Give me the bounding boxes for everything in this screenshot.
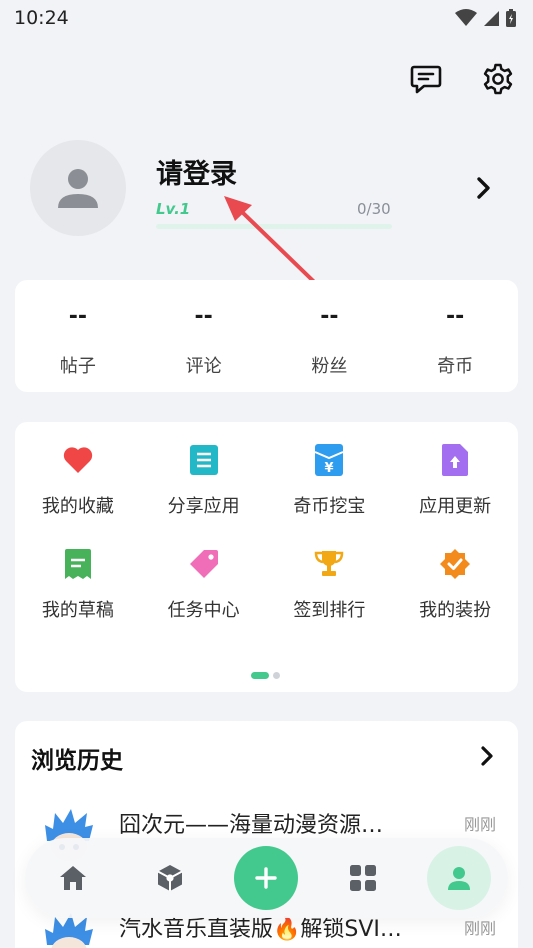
stat-followers[interactable]: -- 粉丝	[267, 280, 393, 392]
stat-posts[interactable]: -- 帖子	[15, 280, 141, 392]
page-dot[interactable]	[273, 672, 280, 679]
shortcut-checkin-rank[interactable]: 签到排行	[267, 546, 393, 622]
stat-coins[interactable]: -- 奇币	[392, 280, 518, 392]
battery-icon	[506, 9, 516, 27]
message-icon	[410, 65, 442, 94]
bottom-nav	[25, 838, 508, 918]
shortcut-label: 应用更新	[419, 496, 492, 517]
chevron-right-icon[interactable]	[476, 176, 492, 200]
trophy-icon	[315, 551, 344, 576]
history-item-name: 囧次元——海量动漫资源…	[119, 813, 384, 838]
shortcut-label: 我的装扮	[419, 600, 492, 621]
svg-text:¥: ¥	[325, 461, 334, 476]
home-icon	[60, 866, 86, 890]
shortcut-label: 奇币挖宝	[293, 496, 366, 517]
stat-label: 评论	[185, 356, 222, 377]
status-bar: 10:24	[0, 0, 533, 36]
shortcut-label: 我的草稿	[41, 600, 114, 621]
avatar[interactable]	[30, 140, 126, 236]
shortcut-label: 任务中心	[167, 600, 240, 621]
nav-home[interactable]	[45, 850, 101, 906]
stat-value: --	[445, 304, 465, 329]
level-label: Lv.1	[156, 200, 191, 218]
stat-label: 奇币	[437, 356, 474, 377]
stat-value: --	[68, 304, 87, 329]
shortcut-dress-up[interactable]: 我的装扮	[392, 546, 518, 622]
shortcut-drafts[interactable]: 我的草稿	[15, 546, 141, 622]
chevron-right-icon[interactable]	[480, 745, 494, 767]
history-title: 浏览历史	[31, 748, 123, 774]
shortcut-label: 签到排行	[293, 600, 366, 621]
history-item-time: 刚刚	[463, 919, 496, 938]
stat-value: --	[194, 304, 213, 329]
heart-icon	[63, 447, 93, 473]
shortcut-label: 分享应用	[167, 496, 240, 517]
badge-check-icon	[440, 549, 471, 579]
nav-me[interactable]	[427, 846, 491, 910]
level-progress-bar	[156, 224, 392, 229]
shortcut-favorites[interactable]: 我的收藏	[15, 442, 141, 518]
signal-icon	[484, 11, 499, 26]
status-time: 10:24	[14, 7, 69, 29]
page-indicator	[251, 672, 280, 679]
document-icon	[189, 445, 218, 475]
shortcut-label: 我的收藏	[41, 496, 114, 517]
shortcut-app-update[interactable]: 应用更新	[392, 442, 518, 518]
history-item-time: 刚刚	[463, 815, 496, 834]
upload-file-icon	[442, 444, 469, 476]
shortcut-share-app[interactable]: 分享应用	[141, 442, 267, 518]
nav-categories[interactable]	[335, 850, 391, 906]
gear-icon	[483, 63, 513, 95]
page-dot-active	[251, 672, 269, 679]
stat-label: 帖子	[59, 356, 96, 377]
wifi-icon	[455, 9, 477, 26]
stat-label: 粉丝	[311, 356, 348, 377]
stats-card: -- 帖子 -- 评论 -- 粉丝 -- 奇币	[15, 280, 518, 392]
nav-create-button[interactable]	[234, 846, 298, 910]
level-progress-text: 0/30	[357, 200, 391, 218]
yen-box-icon: ¥	[314, 444, 344, 476]
plus-icon	[255, 867, 277, 889]
shortcut-coin-treasure[interactable]: ¥ 奇币挖宝	[267, 442, 393, 518]
status-icons	[455, 8, 517, 28]
settings-button[interactable]	[481, 62, 515, 96]
messages-button[interactable]	[409, 62, 443, 96]
nav-discover[interactable]	[142, 850, 198, 906]
profile-header[interactable]: 请登录 Lv.1 0/30	[30, 140, 510, 240]
grid-icon	[350, 865, 376, 891]
shortcut-task-center[interactable]: 任务中心	[141, 546, 267, 622]
shortcuts-card: 我的收藏 分享应用 ¥ 奇币挖宝 应用更新 我的草稿 任务中心 签到排行 我的装	[15, 422, 518, 692]
user-placeholder-icon	[58, 169, 98, 208]
user-icon	[448, 867, 470, 890]
stat-comments[interactable]: -- 评论	[141, 280, 267, 392]
stat-value: --	[320, 304, 339, 329]
top-actions	[409, 62, 515, 96]
cube-icon	[157, 865, 183, 891]
login-prompt[interactable]: 请登录	[156, 152, 237, 191]
tag-icon	[189, 550, 218, 578]
receipt-icon	[64, 549, 91, 579]
